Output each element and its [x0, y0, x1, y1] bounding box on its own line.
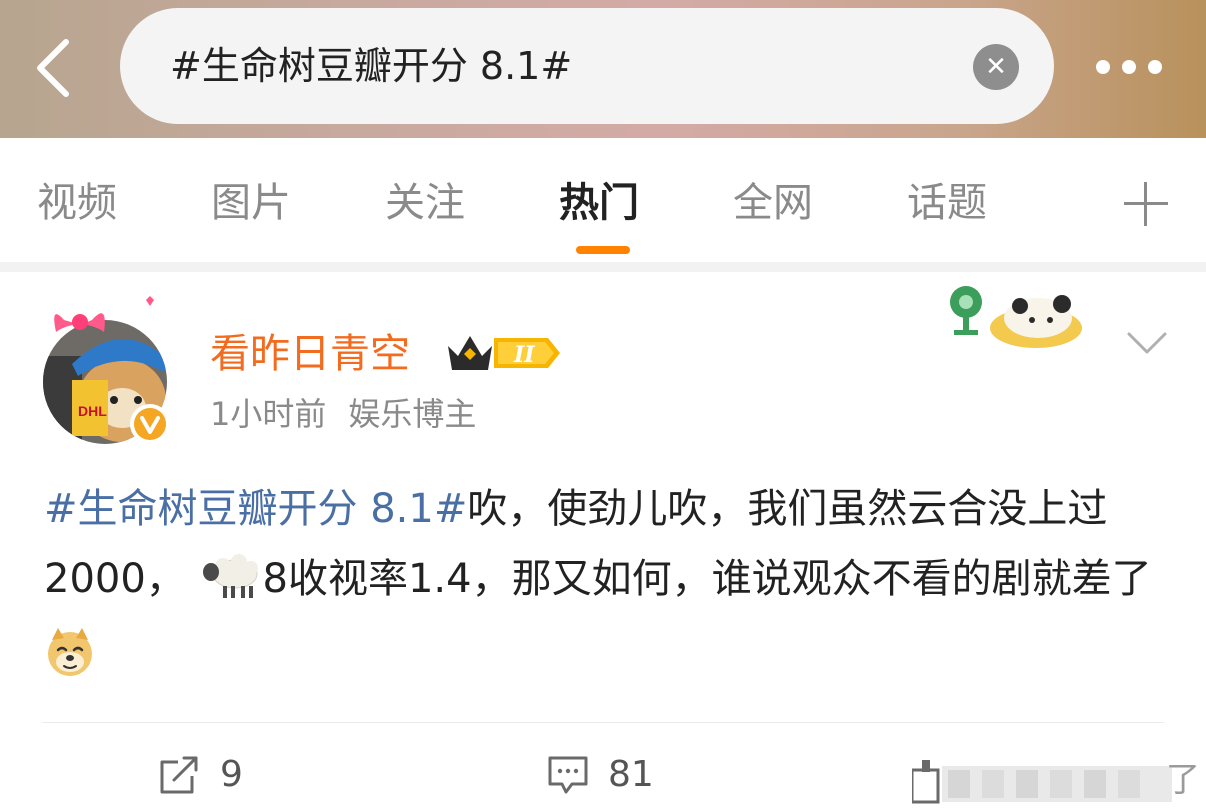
tab-topics[interactable]: 话题	[907, 178, 987, 228]
svg-text:DHL: DHL	[78, 403, 107, 419]
like-button[interactable]: 了	[910, 756, 1202, 805]
crown-badge-icon: II	[444, 330, 564, 376]
action-divider	[42, 722, 1164, 723]
tab-bar: 视频 图片 关注 热门 全网 话题	[0, 138, 1206, 262]
panda-fan-decoration-icon	[944, 278, 1086, 352]
tab-following[interactable]: 关注	[385, 178, 465, 228]
doge-emoji-icon	[44, 626, 96, 700]
more-icon[interactable]	[1096, 58, 1166, 78]
post-text: #生命树豆瓣开分 8.1#吹，使劲儿吹，我们虽然云合没上过2000， 8收视率1…	[44, 474, 1174, 700]
repost-button[interactable]: 9	[158, 752, 268, 798]
post-meta: 1小时前 娱乐博主	[210, 394, 476, 434]
top-search-header: #生命树豆瓣开分 8.1# ✕	[0, 0, 1206, 138]
post-text-part2: 8收视率1.4，那又如何，谁说观众不看的剧就差了	[262, 556, 1152, 602]
post-time: 1小时前	[210, 395, 327, 433]
hashtag-link[interactable]: #生命树豆瓣开分 8.1#	[44, 486, 467, 532]
add-tab-icon[interactable]	[1124, 182, 1168, 226]
search-input[interactable]: #生命树豆瓣开分 8.1# ✕	[120, 8, 1054, 124]
section-divider	[0, 262, 1206, 272]
repost-count: 9	[220, 754, 243, 795]
avatar[interactable]: DHL	[42, 296, 172, 446]
tab-video[interactable]: 视频	[37, 178, 117, 228]
comment-count: 81	[608, 754, 654, 795]
user-tag: 娱乐博主	[348, 395, 477, 433]
badge-level-text: II	[513, 342, 535, 368]
comment-icon	[546, 754, 590, 802]
repost-icon	[158, 754, 200, 800]
comment-button[interactable]: 81	[546, 752, 676, 798]
clear-icon[interactable]: ✕	[973, 44, 1019, 90]
username[interactable]: 看昨日青空	[210, 330, 410, 378]
tab-hot[interactable]: 热门	[559, 178, 639, 228]
back-arrow-icon[interactable]	[30, 36, 80, 100]
like-partial-label: 了	[1166, 760, 1200, 800]
sheep-emoji-icon	[199, 552, 263, 622]
tab-web[interactable]: 全网	[733, 178, 813, 228]
active-tab-indicator	[576, 246, 630, 254]
chevron-down-icon[interactable]	[1126, 330, 1168, 356]
search-query-text: #生命树豆瓣开分 8.1#	[170, 44, 573, 88]
tab-images[interactable]: 图片	[211, 178, 291, 228]
